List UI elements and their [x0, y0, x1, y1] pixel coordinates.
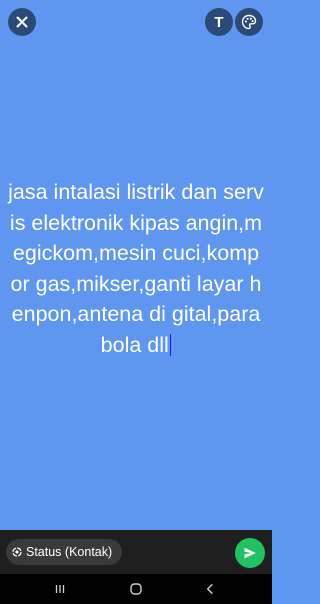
status-text-content: jasa intalasi listrik dan servis elektro…	[8, 180, 264, 357]
recents-icon	[55, 585, 65, 593]
recents-button[interactable]	[51, 580, 69, 598]
bottom-bar: Status (Kontak)	[0, 530, 272, 574]
system-nav-bar	[0, 574, 272, 604]
send-icon	[244, 547, 256, 559]
status-icon	[12, 547, 22, 557]
text-style-button[interactable]: T	[205, 8, 233, 36]
text-caret	[169, 333, 172, 356]
status-text-input[interactable]: jasa intalasi listrik dan servis elektro…	[8, 177, 264, 360]
background-color-button[interactable]	[235, 8, 263, 36]
close-button[interactable]	[8, 8, 36, 36]
back-icon	[206, 584, 213, 594]
audience-label: Status (Kontak)	[26, 545, 113, 559]
home-button[interactable]	[127, 580, 145, 598]
back-button[interactable]	[201, 580, 219, 598]
status-audience-chip[interactable]: Status (Kontak)	[6, 539, 123, 565]
home-icon	[130, 583, 142, 595]
status-canvas: T jasa intalasi listrik dan servis elekt…	[0, 0, 272, 530]
send-button[interactable]	[235, 538, 265, 568]
palette-icon	[241, 14, 257, 30]
text-icon: T	[214, 13, 224, 31]
close-icon	[16, 16, 28, 28]
